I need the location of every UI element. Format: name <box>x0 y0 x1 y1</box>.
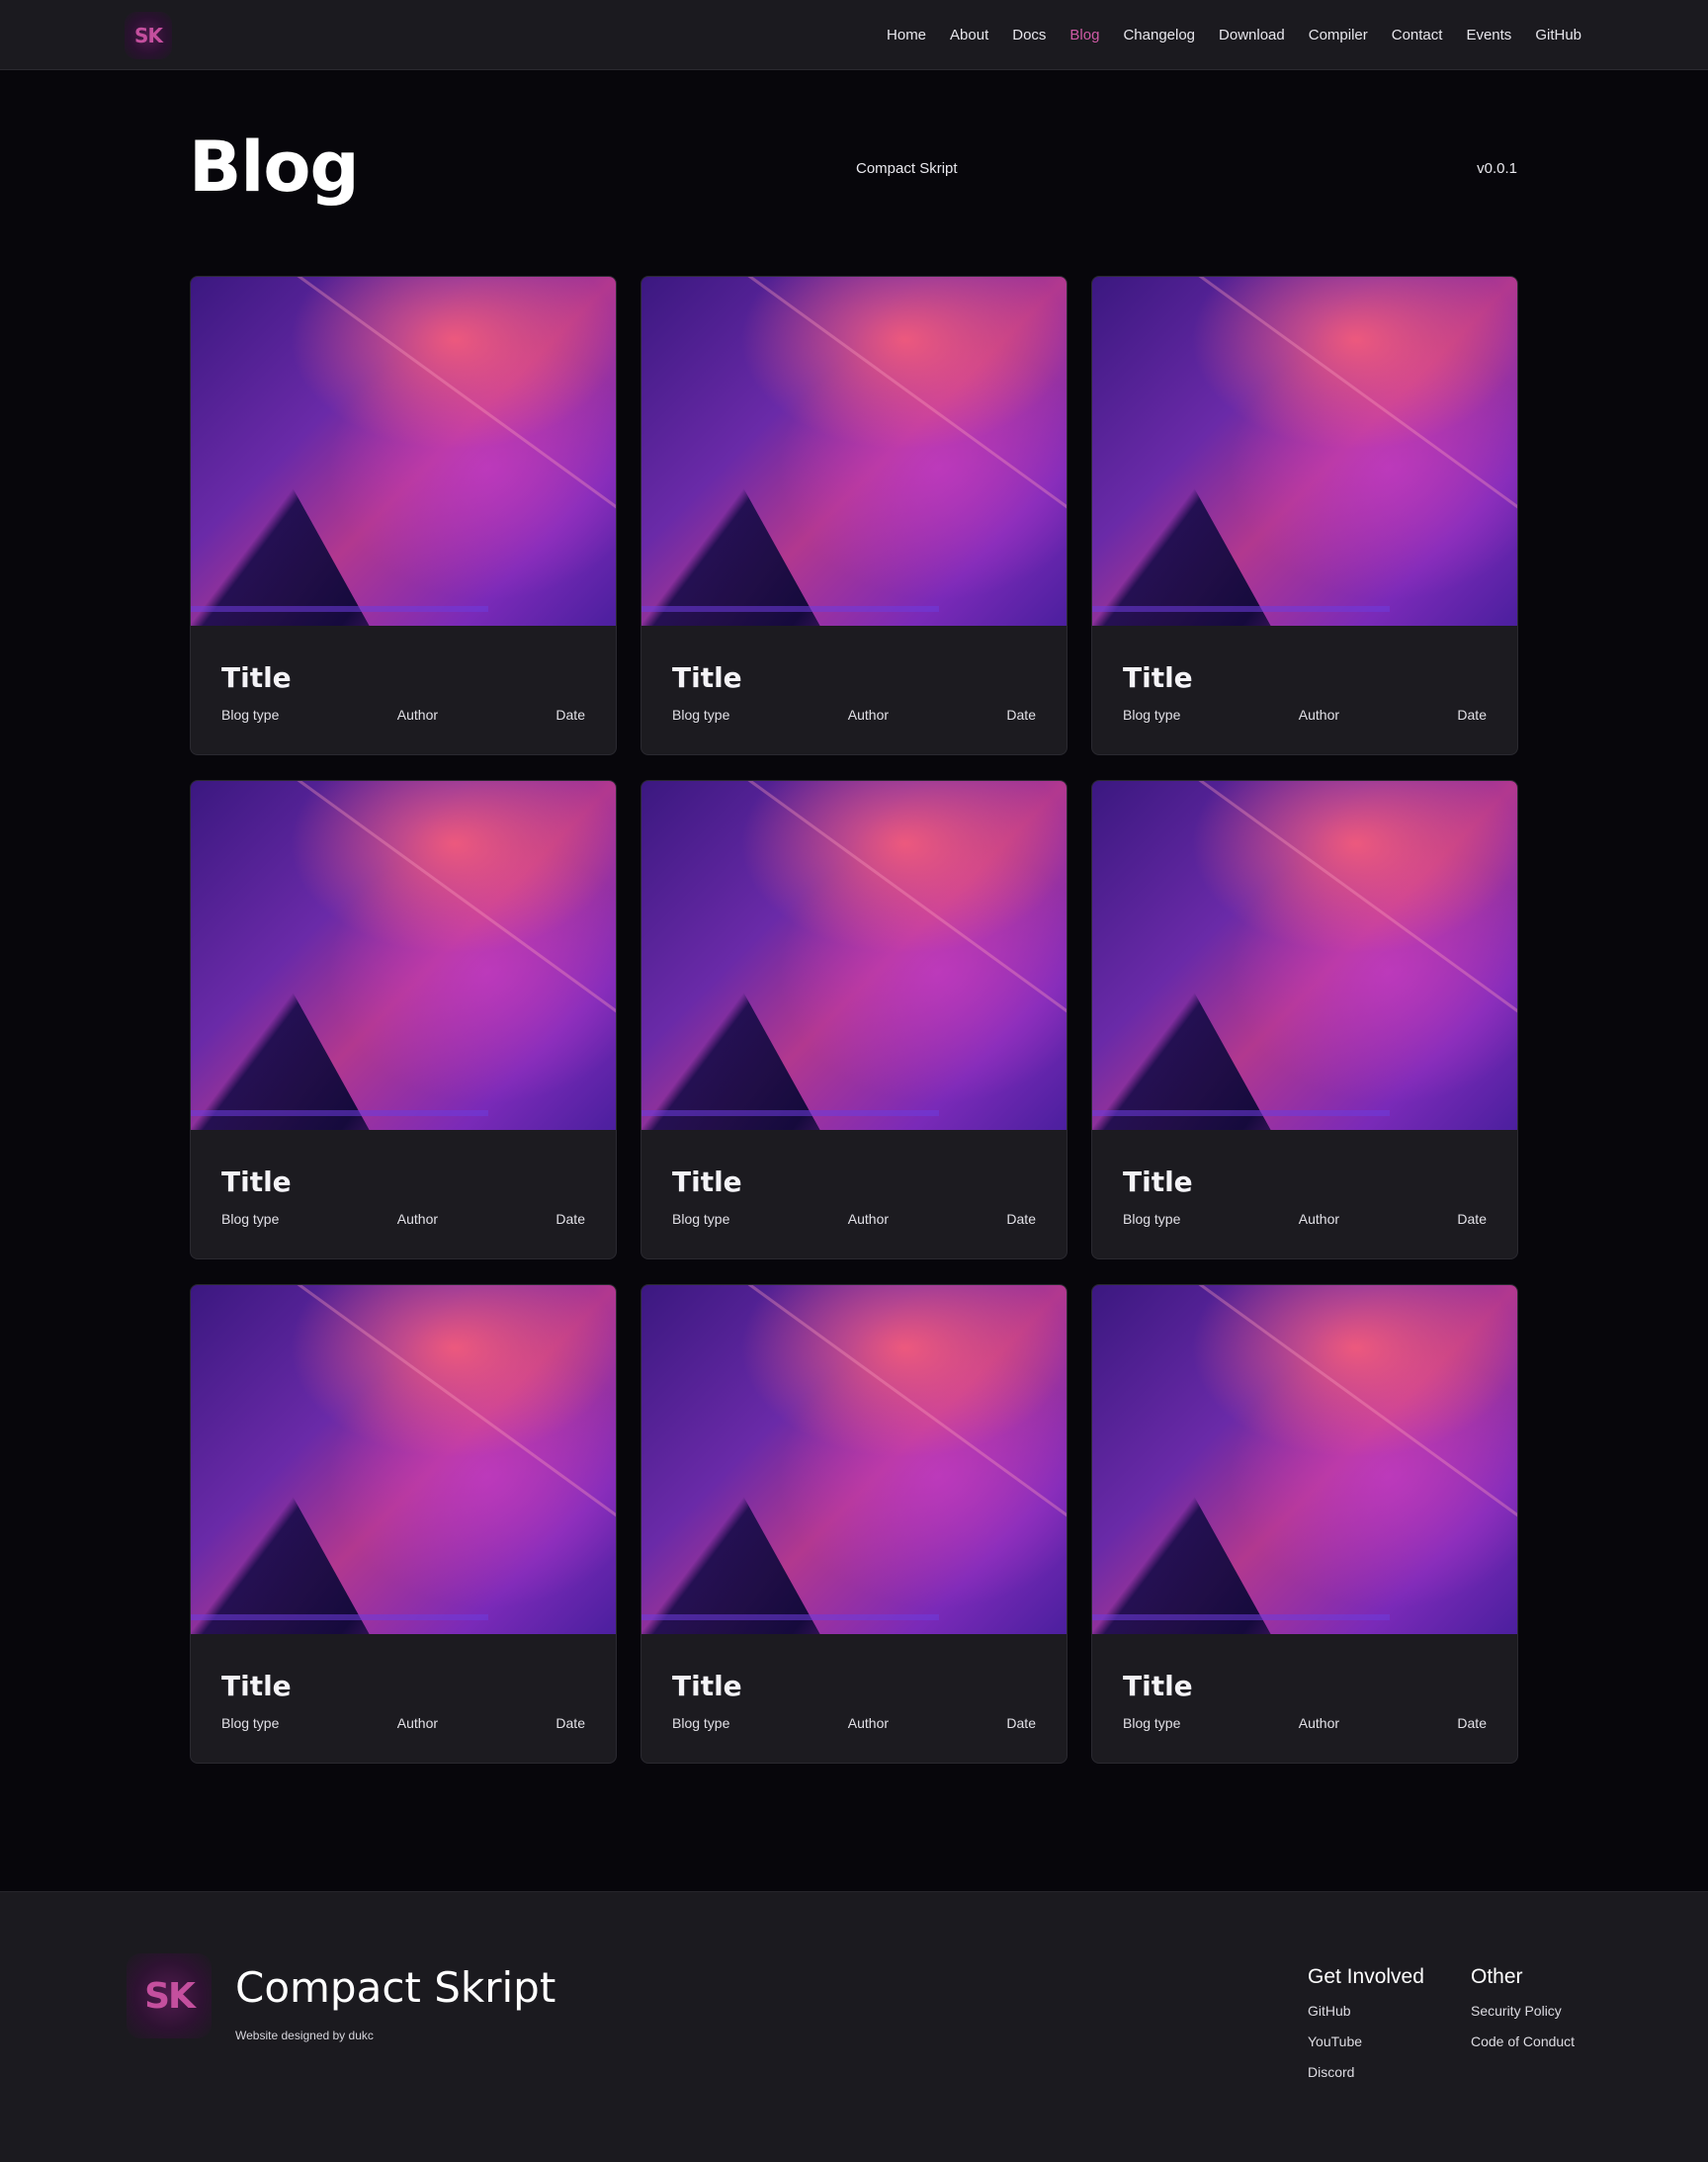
blog-card-image <box>1092 781 1517 1130</box>
blog-card-date: Date <box>1006 1211 1036 1227</box>
footer-link-github[interactable]: GitHub <box>1308 2003 1424 2019</box>
blog-card-title: Title <box>1123 1670 1193 1702</box>
blog-card-title: Title <box>1123 1166 1193 1198</box>
blog-card-type: Blog type <box>221 707 280 723</box>
nav-link-about[interactable]: About <box>950 27 988 43</box>
blog-card-date: Date <box>1006 1715 1036 1731</box>
version-label: v0.0.1 <box>1477 160 1517 177</box>
blog-card[interactable]: Title Blog type Author Date <box>640 276 1068 755</box>
blog-card-date: Date <box>555 707 585 723</box>
blog-card-author: Author <box>1298 707 1340 723</box>
blog-grid: Title Blog type Author Date Title Blog typ… <box>190 276 1518 1764</box>
nav-links: Home About Docs Blog Changelog Download … <box>887 0 1581 70</box>
blog-card-image <box>191 1285 616 1634</box>
blog-card-image <box>641 277 1067 626</box>
blog-card[interactable]: Title Blog type Author Date <box>190 1284 617 1764</box>
blog-card-author: Author <box>396 1211 439 1227</box>
logo[interactable]: SK <box>125 12 172 59</box>
blog-card-type: Blog type <box>672 707 730 723</box>
blog-card[interactable]: Title Blog type Author Date <box>640 1284 1068 1764</box>
blog-card-image <box>1092 1285 1517 1634</box>
blog-card-date: Date <box>555 1211 585 1227</box>
blog-card[interactable]: Title Blog type Author Date <box>1091 276 1518 755</box>
blog-card-date: Date <box>1457 1715 1487 1731</box>
footer-column-get-involved: Get Involved GitHub YouTube Discord <box>1308 1965 1424 2095</box>
blog-card[interactable]: Title Blog type Author Date <box>190 276 617 755</box>
footer-brand-name: Compact Skript <box>235 1963 556 2012</box>
blog-card[interactable]: Title Blog type Author Date <box>1091 780 1518 1259</box>
page-subtitle: Compact Skript <box>856 160 958 177</box>
footer-logo-text: SK <box>144 1975 196 2017</box>
nav-link-compiler[interactable]: Compiler <box>1309 27 1368 43</box>
blog-card[interactable]: Title Blog type Author Date <box>640 780 1068 1259</box>
blog-card[interactable]: Title Blog type Author Date <box>1091 1284 1518 1764</box>
blog-card-date: Date <box>555 1715 585 1731</box>
footer-logo[interactable]: SK <box>127 1953 212 2038</box>
blog-card-type: Blog type <box>221 1715 280 1731</box>
logo-text: SK <box>134 24 163 47</box>
footer-link-youtube[interactable]: YouTube <box>1308 2033 1424 2049</box>
blog-card-title: Title <box>221 1166 292 1198</box>
footer-credit: Website designed by dukc <box>235 2029 374 2042</box>
blog-card-title: Title <box>1123 661 1193 694</box>
blog-card-title: Title <box>221 1670 292 1702</box>
footer-link-security-policy[interactable]: Security Policy <box>1471 2003 1575 2019</box>
nav-link-docs[interactable]: Docs <box>1012 27 1046 43</box>
blog-card-date: Date <box>1457 1211 1487 1227</box>
blog-card-author: Author <box>1298 1211 1340 1227</box>
blog-card-image <box>641 1285 1067 1634</box>
blog-card[interactable]: Title Blog type Author Date <box>190 780 617 1259</box>
blog-card-type: Blog type <box>672 1715 730 1731</box>
nav-link-events[interactable]: Events <box>1466 27 1511 43</box>
blog-card-author: Author <box>847 1715 890 1731</box>
footer-heading: Other <box>1471 1965 1523 1988</box>
blog-card-title: Title <box>672 1670 742 1702</box>
blog-card-date: Date <box>1006 707 1036 723</box>
footer-heading: Get Involved <box>1308 1965 1424 1988</box>
nav-link-contact[interactable]: Contact <box>1392 27 1443 43</box>
nav-link-home[interactable]: Home <box>887 27 926 43</box>
blog-card-image <box>641 781 1067 1130</box>
blog-card-image <box>1092 277 1517 626</box>
footer: SK Compact Skript Website designed by du… <box>0 1891 1708 2162</box>
blog-card-type: Blog type <box>1123 707 1181 723</box>
nav-link-github[interactable]: GitHub <box>1535 27 1581 43</box>
blog-card-image <box>191 781 616 1130</box>
blog-card-author: Author <box>396 707 439 723</box>
nav-link-blog[interactable]: Blog <box>1069 27 1099 43</box>
blog-card-type: Blog type <box>1123 1211 1181 1227</box>
blog-card-title: Title <box>672 661 742 694</box>
blog-card-image <box>191 277 616 626</box>
blog-card-author: Author <box>396 1715 439 1731</box>
nav-link-changelog[interactable]: Changelog <box>1123 27 1195 43</box>
footer-link-code-of-conduct[interactable]: Code of Conduct <box>1471 2033 1575 2049</box>
blog-card-type: Blog type <box>672 1211 730 1227</box>
blog-card-title: Title <box>672 1166 742 1198</box>
blog-card-type: Blog type <box>221 1211 280 1227</box>
blog-card-date: Date <box>1457 707 1487 723</box>
blog-card-author: Author <box>1298 1715 1340 1731</box>
blog-card-type: Blog type <box>1123 1715 1181 1731</box>
page-title: Blog <box>189 127 360 208</box>
top-nav: SK Home About Docs Blog Changelog Downlo… <box>0 0 1708 70</box>
blog-card-author: Author <box>847 707 890 723</box>
footer-link-discord[interactable]: Discord <box>1308 2064 1424 2080</box>
blog-card-author: Author <box>847 1211 890 1227</box>
nav-link-download[interactable]: Download <box>1219 27 1285 43</box>
footer-column-other: Other Security Policy Code of Conduct <box>1471 1965 1575 2064</box>
blog-card-title: Title <box>221 661 292 694</box>
